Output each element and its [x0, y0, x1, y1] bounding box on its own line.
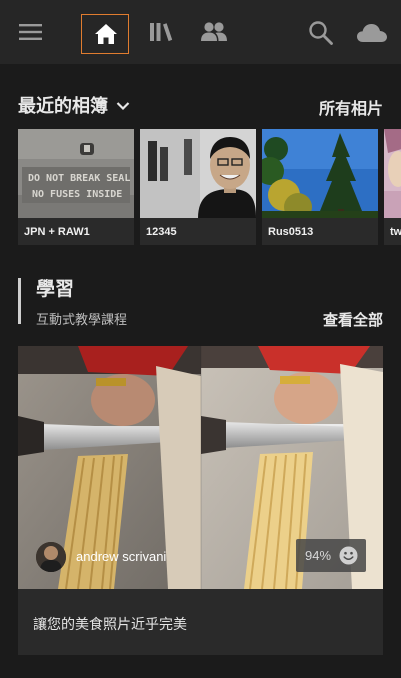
- album-card[interactable]: 12345: [140, 129, 256, 245]
- home-icon: [95, 24, 117, 44]
- avatar: [36, 542, 66, 572]
- author-name: andrew scrivani: [76, 549, 167, 564]
- album-label: Rus0513: [268, 226, 314, 238]
- menu-icon[interactable]: [19, 22, 43, 42]
- home-tab[interactable]: [81, 14, 129, 54]
- album-thumbnail: [262, 129, 378, 218]
- album-card[interactable]: DO NOT BREAK SEAL NO FUSES INSIDE JPN + …: [18, 129, 134, 245]
- tutorial-card[interactable]: andrew scrivani 94% 讓您的美食照片近乎完美: [18, 346, 383, 655]
- score-badge: 94%: [296, 539, 366, 572]
- svg-text:DO NOT BREAK SEAL: DO NOT BREAK SEAL: [28, 173, 130, 184]
- smile-icon: [339, 546, 358, 565]
- album-thumbnail: [140, 129, 256, 218]
- learn-title: 學習: [36, 279, 75, 300]
- recent-albums-header[interactable]: 最近的相簿: [18, 92, 130, 118]
- album-card[interactable]: tw: [384, 129, 401, 245]
- app-root: 最近的相簿 所有相片 DO NOT BREAK SEAL NO FUSES IN…: [0, 0, 401, 678]
- album-label: tw: [390, 226, 401, 238]
- album-thumbnail: DO NOT BREAK SEAL NO FUSES INSIDE: [18, 129, 134, 218]
- recent-albums-title: 最近的相簿: [18, 96, 108, 116]
- album-label: 12345: [146, 226, 177, 238]
- all-photos-link[interactable]: 所有相片: [319, 95, 383, 119]
- library-icon[interactable]: [148, 20, 174, 44]
- album-card[interactable]: Rus0513: [262, 129, 378, 245]
- tutorial-description: 讓您的美食照片近乎完美: [33, 616, 187, 632]
- album-thumbnail: [384, 129, 401, 218]
- learn-accent-bar: [18, 278, 21, 324]
- cloud-icon[interactable]: [356, 22, 388, 44]
- score-value: 94%: [305, 548, 332, 563]
- people-icon[interactable]: [200, 20, 228, 44]
- search-icon[interactable]: [308, 20, 334, 46]
- svg-text:NO FUSES INSIDE: NO FUSES INSIDE: [32, 189, 122, 200]
- chevron-down-icon: [116, 102, 130, 111]
- learn-subtitle: 互動式教學課程: [36, 312, 128, 327]
- albums-strip: DO NOT BREAK SEAL NO FUSES INSIDE JPN + …: [18, 129, 401, 245]
- top-nav-bar: [0, 0, 401, 64]
- album-label: JPN + RAW1: [24, 226, 90, 238]
- tutorial-image: andrew scrivani 94%: [18, 346, 383, 589]
- see-all-link[interactable]: 查看全部: [323, 309, 383, 330]
